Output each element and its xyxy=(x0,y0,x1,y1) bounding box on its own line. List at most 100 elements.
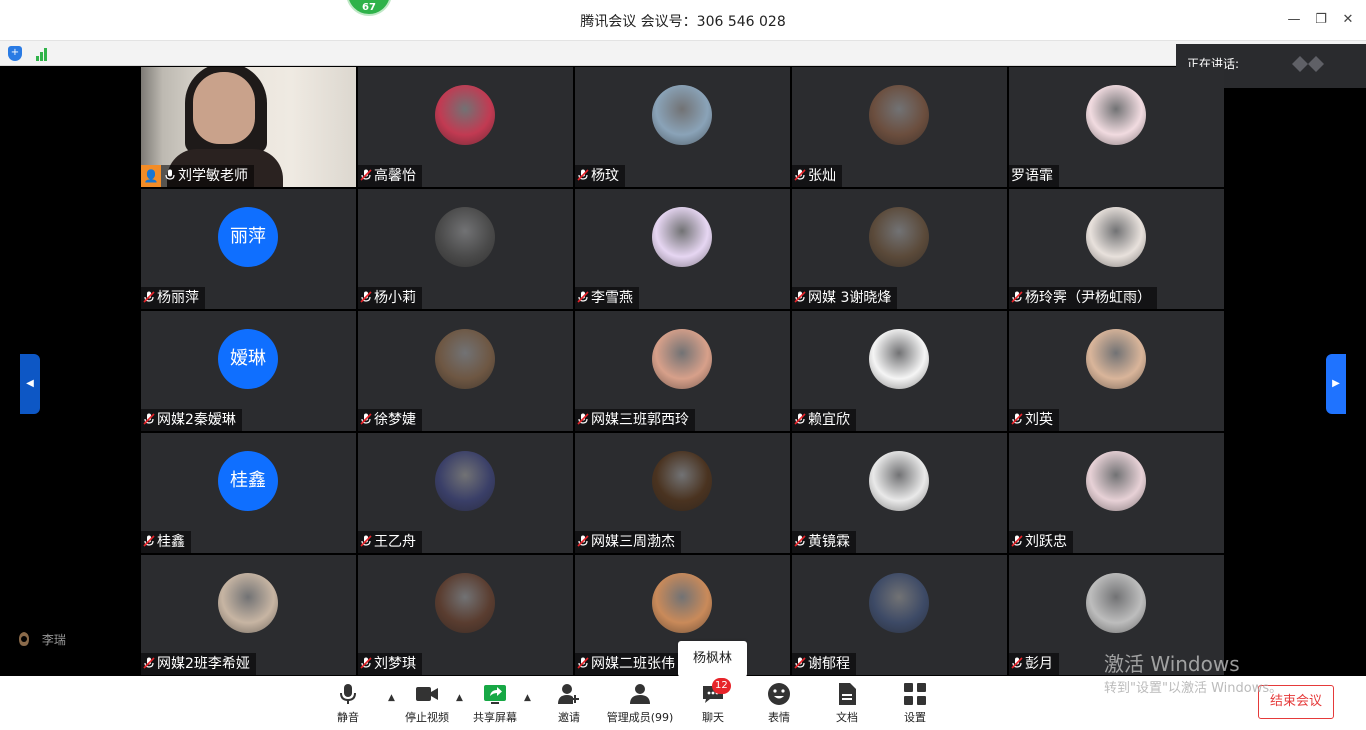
share-options-caret[interactable]: ▲ xyxy=(524,693,531,703)
participant-tile[interactable]: 王乙舟 xyxy=(358,433,573,553)
participant-tile[interactable]: 杨玟 xyxy=(575,67,790,187)
participant-avatar xyxy=(435,207,495,267)
security-shield-icon[interactable]: + xyxy=(8,46,22,61)
participant-avatar xyxy=(218,573,278,633)
participant-name: 李雪燕 xyxy=(591,290,633,306)
participant-tile[interactable]: 罗语霏 xyxy=(1009,67,1224,187)
participant-name: 网媒二班张伟 xyxy=(591,656,675,672)
docs-label: 文档 xyxy=(836,711,858,724)
mic-muted-icon xyxy=(360,657,372,669)
chat-unread-badge: 12 xyxy=(712,678,731,694)
participant-avatar xyxy=(435,85,495,145)
add-user-icon xyxy=(558,684,579,704)
participant-name-bar: 刘跃忠 xyxy=(1009,531,1073,553)
participant-name: 网媒2班李希娅 xyxy=(157,656,250,672)
participant-tile[interactable]: 张灿 xyxy=(792,67,1007,187)
manage-members-label: 管理成员(99) xyxy=(606,711,674,724)
participant-avatar xyxy=(435,573,495,633)
participant-name-bar: 彭月 xyxy=(1009,653,1059,675)
participant-tile[interactable]: 杨玲霁（尹杨虹雨） xyxy=(1009,189,1224,309)
close-icon[interactable]: ✕ xyxy=(1338,10,1358,30)
participant-name-bar: 网媒2班李希娅 xyxy=(141,653,256,675)
participant-avatar xyxy=(435,451,495,511)
smiley-icon xyxy=(768,683,790,705)
participant-tile[interactable]: 黄镜霖 xyxy=(792,433,1007,553)
minimize-icon[interactable]: — xyxy=(1284,10,1304,30)
participant-name-bar: 谢郁程 xyxy=(792,653,856,675)
mic-muted-icon xyxy=(360,413,372,425)
participant-avatar xyxy=(869,573,929,633)
mic-muted-icon xyxy=(360,535,372,547)
participant-tile[interactable]: 徐梦婕 xyxy=(358,311,573,431)
video-options-caret[interactable]: ▲ xyxy=(456,693,463,703)
mic-muted-icon xyxy=(143,657,155,669)
participant-avatar: 丽萍 xyxy=(218,207,278,267)
invite-button[interactable]: 邀请 xyxy=(556,682,582,725)
share-screen-button[interactable]: 共享屏幕 xyxy=(472,682,518,725)
participant-tile[interactable]: 刘梦琪 xyxy=(358,555,573,675)
settings-button[interactable]: 设置 xyxy=(902,682,928,725)
participant-tile[interactable]: 丽萍杨丽萍 xyxy=(141,189,356,309)
mic-muted-icon xyxy=(577,169,589,181)
participant-name-bar: 桂鑫 xyxy=(141,531,191,553)
participant-avatar xyxy=(1086,573,1146,633)
speaker-avatar-icon xyxy=(1292,56,1324,72)
mic-muted-icon xyxy=(1011,413,1023,425)
participant-name-bar: 杨丽萍 xyxy=(141,287,205,309)
activation-watermark-title: 激活 Windows xyxy=(1104,652,1240,676)
next-page-button[interactable]: ▶ xyxy=(1326,354,1346,414)
participant-tile[interactable]: 杨小莉 xyxy=(358,189,573,309)
participant-tile[interactable]: 网媒2班李希娅 xyxy=(141,555,356,675)
participant-name: 杨小莉 xyxy=(374,290,416,306)
participant-name: 杨玟 xyxy=(591,168,619,184)
participant-name: 刘英 xyxy=(1025,412,1053,428)
participant-avatar: 桂鑫 xyxy=(218,451,278,511)
audio-options-caret[interactable]: ▲ xyxy=(388,693,395,703)
participant-name: 杨丽萍 xyxy=(157,290,199,306)
participant-name: 网媒三班郭西玲 xyxy=(591,412,689,428)
chat-button[interactable]: 12 聊天 xyxy=(700,678,731,725)
restore-icon[interactable]: ❐ xyxy=(1311,10,1331,30)
mic-muted-icon xyxy=(794,413,806,425)
participant-name: 谢郁程 xyxy=(808,656,850,672)
mic-muted-icon xyxy=(794,291,806,303)
prev-page-button[interactable]: ◀ xyxy=(20,354,40,414)
participant-tile[interactable]: 刘英 xyxy=(1009,311,1224,431)
mic-muted-icon xyxy=(794,657,806,669)
stop-video-button[interactable]: 停止视频 xyxy=(404,682,450,725)
participant-tile[interactable]: 刘跃忠 xyxy=(1009,433,1224,553)
participant-tile[interactable]: 👤 刘学敏老师 xyxy=(141,67,356,187)
manage-members-button[interactable]: 管理成员(99) xyxy=(606,682,674,725)
participant-tile[interactable]: 高馨怡 xyxy=(358,67,573,187)
participant-name-bar: 罗语霏 xyxy=(1009,165,1059,187)
participant-tile[interactable]: 网媒三班郭西玲 xyxy=(575,311,790,431)
participant-avatar xyxy=(1086,451,1146,511)
participant-tile[interactable]: 嫒琳 网媒2秦嫒琳 xyxy=(141,311,356,431)
docs-button[interactable]: 文档 xyxy=(834,682,860,725)
participant-tile[interactable]: 桂鑫 桂鑫 xyxy=(141,433,356,553)
participant-tile[interactable]: 赖宜欣 xyxy=(792,311,1007,431)
mic-muted-icon xyxy=(794,169,806,181)
participant-avatar xyxy=(652,85,712,145)
participant-avatar xyxy=(1086,85,1146,145)
participant-avatar xyxy=(869,85,929,145)
participant-name-bar: 网媒2秦嫒琳 xyxy=(141,409,242,431)
participant-name-bar: 杨玟 xyxy=(575,165,625,187)
participant-name-bar: 网媒 3谢晓烽 xyxy=(792,287,898,309)
mic-muted-icon xyxy=(1011,657,1023,669)
participant-tile[interactable]: 李雪燕 xyxy=(575,189,790,309)
participant-avatar xyxy=(652,207,712,267)
video-camera-icon xyxy=(416,687,438,701)
participant-tile[interactable]: 网媒 3谢晓烽 xyxy=(792,189,1007,309)
mute-label: 静音 xyxy=(337,711,359,724)
participant-avatar xyxy=(869,207,929,267)
activation-watermark-subtitle: 转到"设置"以激活 Windows。 xyxy=(1104,681,1283,696)
reaction-button[interactable]: 表情 xyxy=(766,682,792,725)
participant-tile[interactable]: 网媒三周渤杰 xyxy=(575,433,790,553)
signal-strength-icon[interactable] xyxy=(36,47,50,61)
mute-button[interactable]: 静音 xyxy=(334,682,362,725)
share-screen-label: 共享屏幕 xyxy=(473,711,517,724)
self-user[interactable]: 李瑞 xyxy=(16,630,66,648)
participant-tile[interactable]: 谢郁程 xyxy=(792,555,1007,675)
members-icon xyxy=(630,684,650,704)
